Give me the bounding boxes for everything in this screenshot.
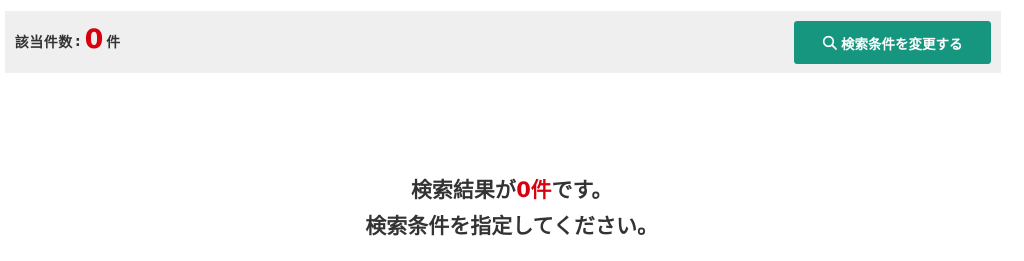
change-search-conditions-label: 検索条件を変更する bbox=[841, 36, 963, 52]
empty-message-line-1: 検索結果が0件です。 bbox=[0, 172, 1024, 208]
result-count: 該当件数 : 0 件 bbox=[15, 11, 120, 73]
empty-message-line-2: 検索条件を指定してください。 bbox=[365, 214, 659, 238]
search-icon bbox=[822, 35, 838, 51]
result-count-bar: 該当件数 : 0 件 検索条件を変更する bbox=[5, 11, 1001, 73]
empty-message-suffix: です。 bbox=[551, 178, 613, 202]
result-count-number: 0 bbox=[84, 23, 104, 55]
empty-message-count: 0件 bbox=[516, 178, 552, 202]
result-count-unit: 件 bbox=[106, 35, 121, 51]
result-count-label: 該当件数 bbox=[15, 35, 73, 51]
empty-results-message: 検索結果が0件です。 検索条件を指定してください。 bbox=[0, 172, 1024, 244]
change-search-conditions-button[interactable]: 検索条件を変更する bbox=[794, 21, 991, 64]
result-count-colon: : bbox=[75, 34, 81, 50]
empty-message-prefix: 検索結果が bbox=[411, 178, 517, 202]
